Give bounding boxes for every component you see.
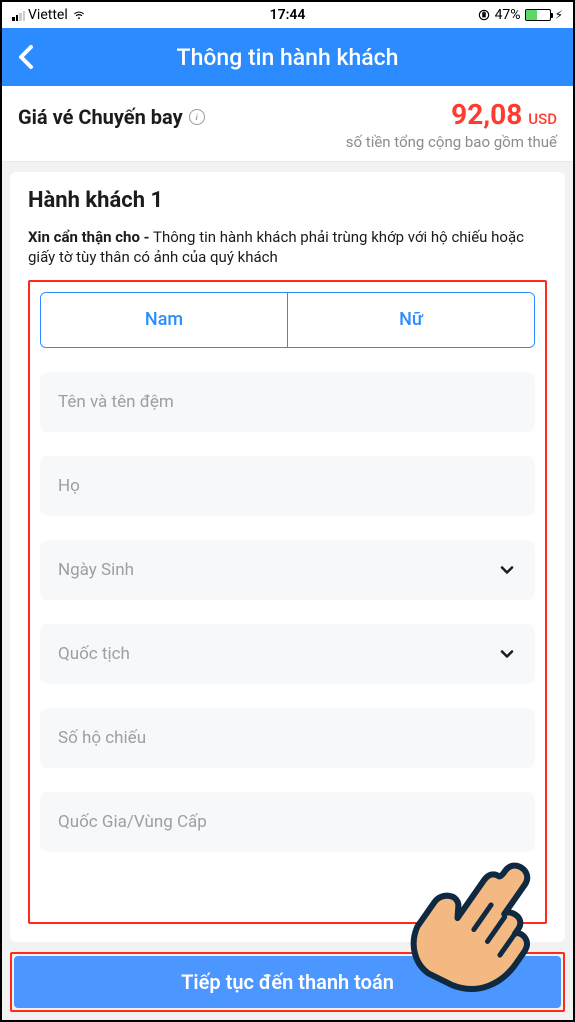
top-nav: Thông tin hành khách bbox=[2, 28, 573, 86]
clock: 17:44 bbox=[270, 7, 306, 23]
continue-highlight: Tiếp tục đến thanh toán bbox=[10, 952, 565, 1012]
price-currency: USD bbox=[528, 110, 557, 128]
passenger-card: Hành khách 1 Xin cẩn thận cho - Thông ti… bbox=[10, 172, 565, 942]
status-left: Viettel bbox=[12, 7, 87, 23]
page-title: Thông tin hành khách bbox=[177, 44, 399, 71]
info-icon[interactable]: i bbox=[189, 109, 205, 125]
chevron-down-icon bbox=[497, 644, 517, 664]
battery-pct: 47% bbox=[495, 7, 521, 23]
field-placeholder: Ngày Sinh bbox=[58, 560, 134, 580]
passport-number-field[interactable]: Số hộ chiếu bbox=[40, 708, 535, 768]
passenger-notice: Xin cẩn thận cho - Thông tin hành khách … bbox=[28, 227, 547, 268]
form-highlight: Nam Nữ Tên và tên đệm Họ Ngày Sinh Quốc … bbox=[28, 280, 547, 925]
surname-field[interactable]: Họ bbox=[40, 456, 535, 516]
passenger-title: Hành khách 1 bbox=[28, 188, 547, 213]
orientation-lock-icon bbox=[477, 8, 491, 22]
charging-icon: ⚡︎ bbox=[555, 8, 563, 22]
content-area: Hành khách 1 Xin cẩn thận cho - Thông ti… bbox=[2, 162, 573, 1020]
continue-button[interactable]: Tiếp tục đến thanh toán bbox=[14, 956, 561, 1008]
signal-icon bbox=[12, 9, 25, 21]
gender-female-button[interactable]: Nữ bbox=[287, 293, 534, 347]
back-button[interactable] bbox=[2, 28, 50, 86]
price-section[interactable]: Giá vé Chuyến bay i 92,08 USD số tiền tổ… bbox=[2, 86, 573, 162]
field-placeholder: Quốc tịch bbox=[58, 644, 130, 664]
wifi-icon bbox=[71, 9, 87, 21]
field-placeholder: Họ bbox=[58, 476, 80, 496]
field-placeholder: Số hộ chiếu bbox=[58, 728, 146, 748]
price-subtext: số tiền tổng cộng bao gồm thuế bbox=[18, 133, 557, 151]
chevron-left-icon bbox=[17, 43, 35, 71]
nationality-field[interactable]: Quốc tịch bbox=[40, 624, 535, 684]
gender-segment: Nam Nữ bbox=[40, 292, 535, 348]
gender-male-button[interactable]: Nam bbox=[41, 293, 287, 347]
issuing-country-field[interactable]: Quốc Gia/Vùng Cấp bbox=[40, 792, 535, 852]
dob-field[interactable]: Ngày Sinh bbox=[40, 540, 535, 600]
carrier-label: Viettel bbox=[28, 7, 68, 23]
field-placeholder: Quốc Gia/Vùng Cấp bbox=[58, 812, 207, 832]
price-amount: 92,08 bbox=[451, 98, 522, 131]
given-name-field[interactable]: Tên và tên đệm bbox=[40, 372, 535, 432]
field-placeholder: Tên và tên đệm bbox=[58, 392, 174, 412]
status-bar: Viettel 17:44 47% ⚡︎ bbox=[2, 2, 573, 28]
status-right: 47% ⚡︎ bbox=[477, 7, 563, 23]
price-value: 92,08 USD bbox=[451, 98, 557, 131]
price-label: Giá vé Chuyến bay i bbox=[18, 105, 205, 129]
battery-icon bbox=[525, 9, 551, 21]
chevron-down-icon bbox=[497, 560, 517, 580]
